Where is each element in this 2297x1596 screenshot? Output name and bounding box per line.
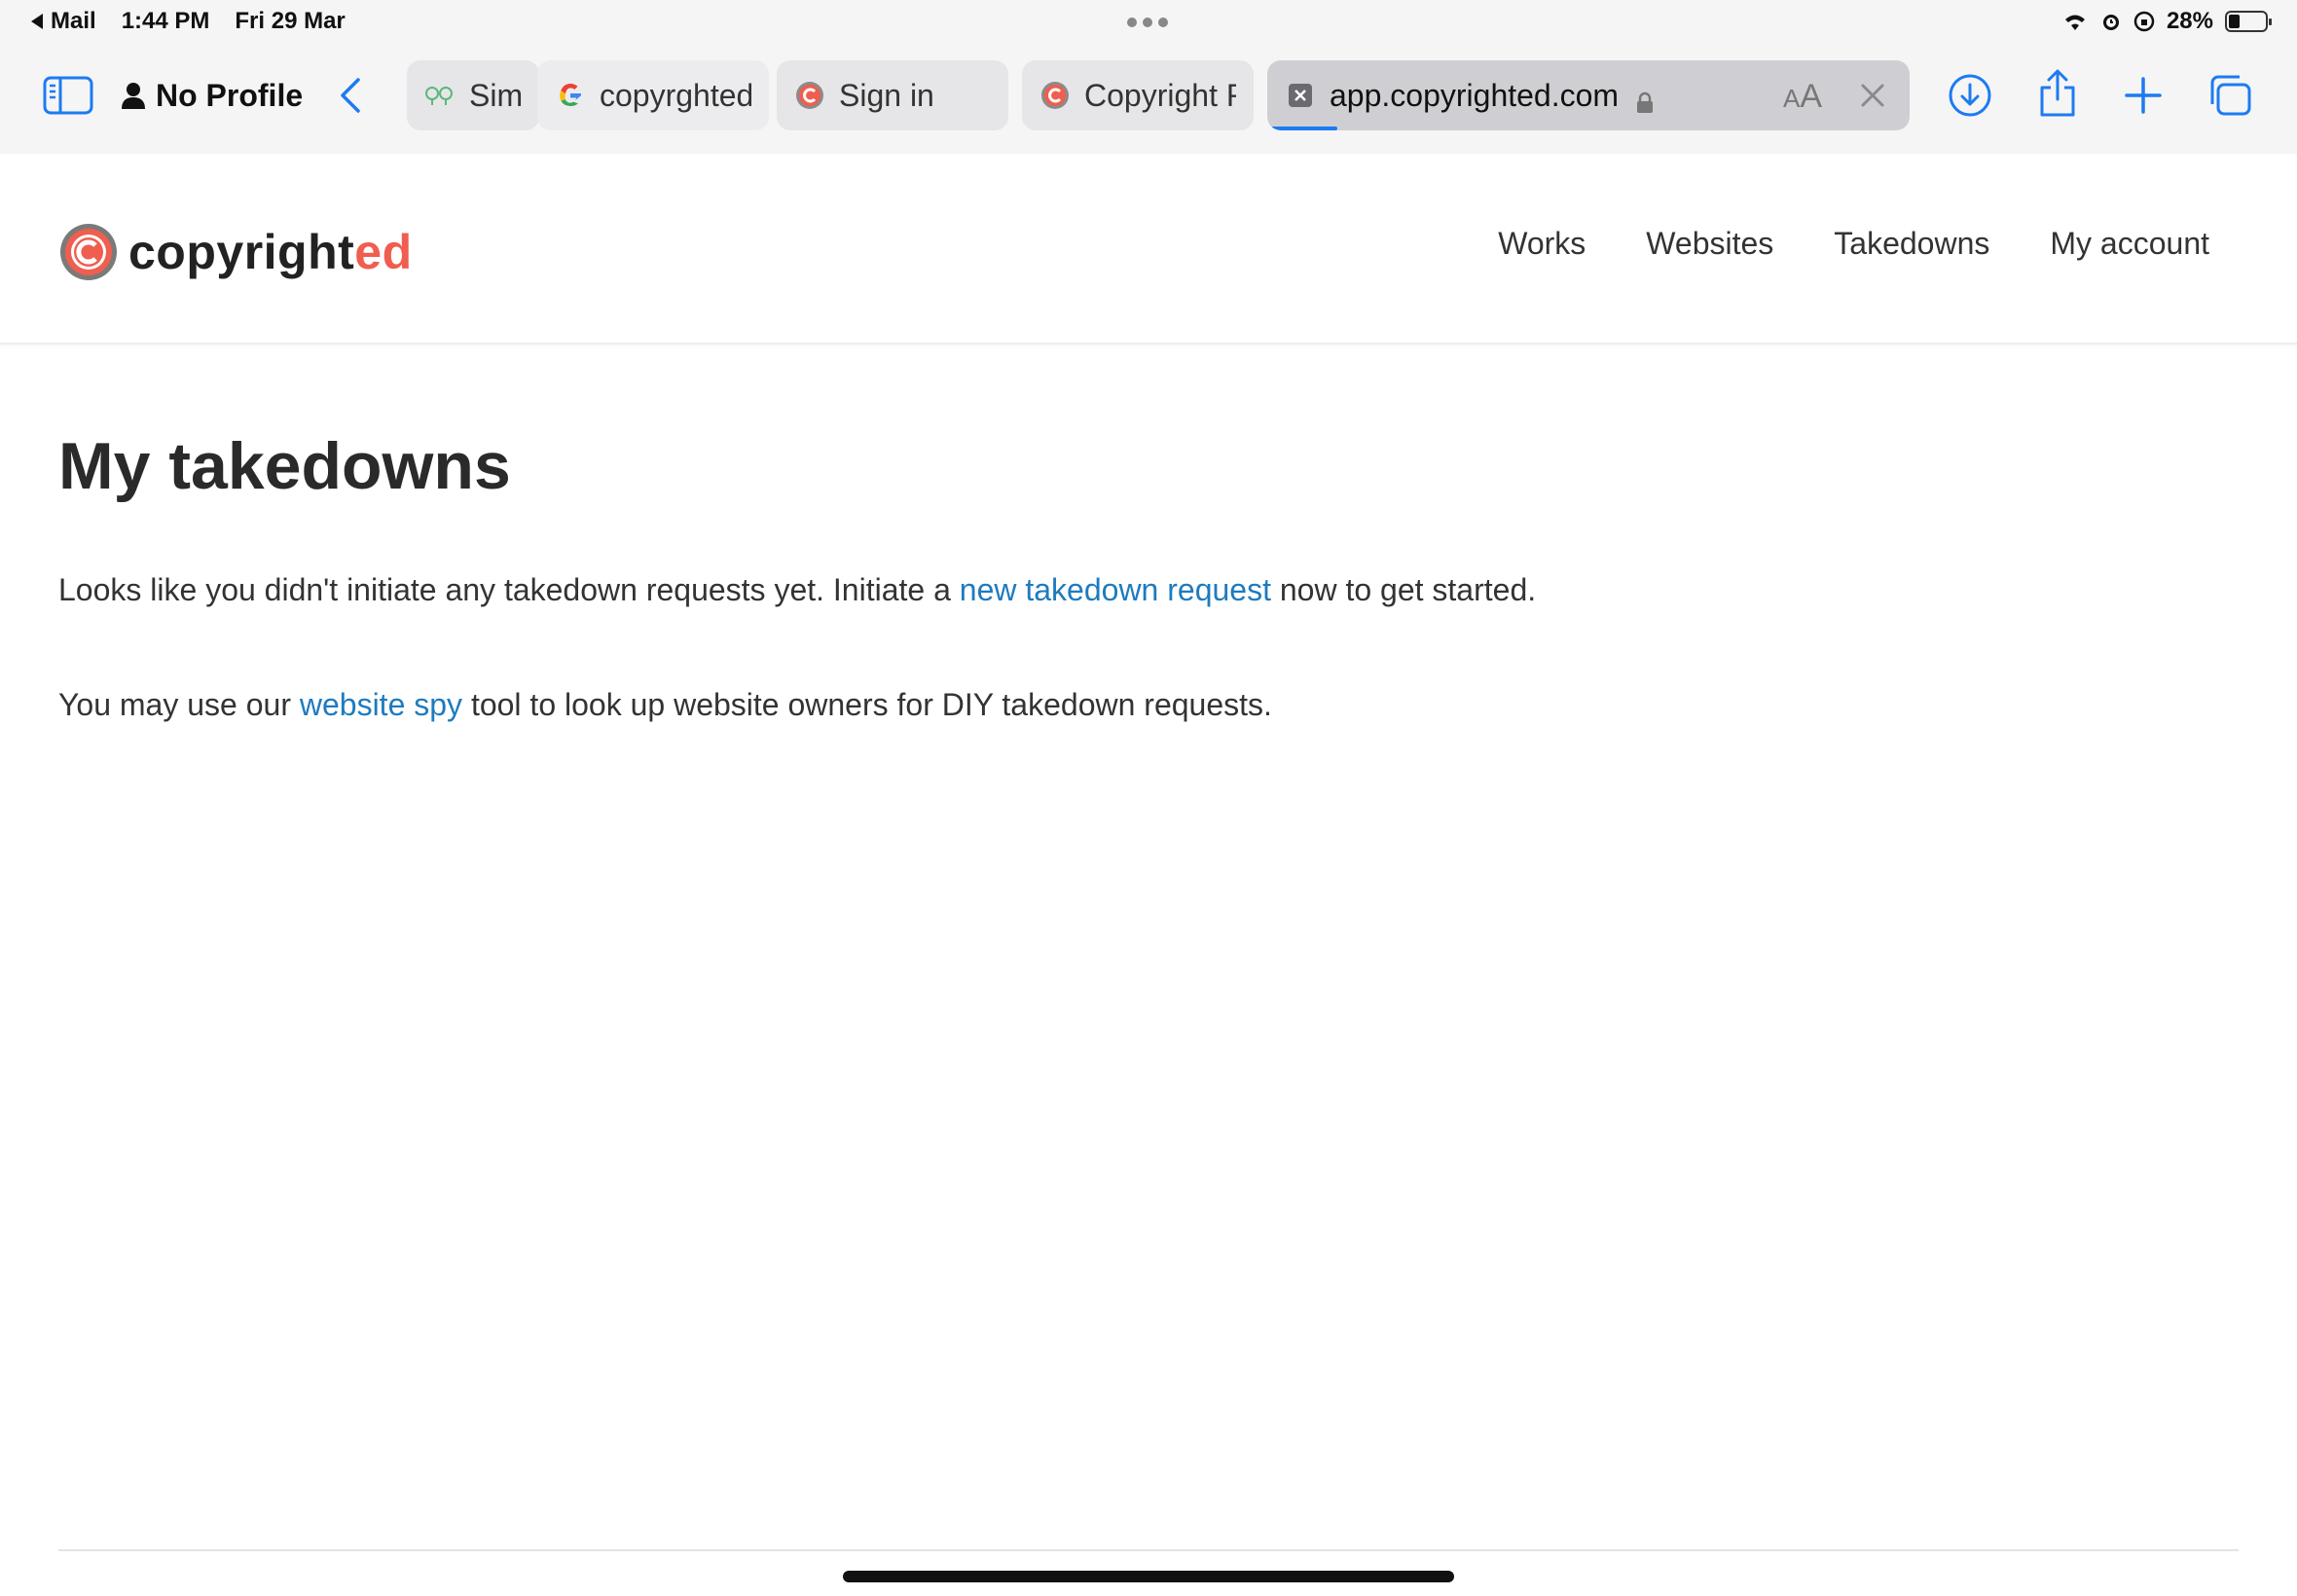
- lock-icon: [1636, 85, 1654, 113]
- sidebar-toggle-button[interactable]: [43, 76, 93, 115]
- downloads-button[interactable]: [1947, 72, 1993, 119]
- tab-sign-in[interactable]: Sign in: [777, 60, 1008, 130]
- reader-settings-button[interactable]: AA: [1783, 78, 1822, 116]
- rotation-lock-icon: [2133, 11, 2155, 32]
- page-load-progress: [1271, 127, 1337, 130]
- nav-works[interactable]: Works: [1498, 226, 1586, 262]
- person-icon: [122, 83, 145, 109]
- status-bar: Mail 1:44 PM Fri 29 Mar 28%: [0, 0, 2297, 47]
- profile-label: No Profile: [156, 77, 304, 113]
- site-logo[interactable]: copyrighted: [58, 222, 413, 282]
- grid-favicon-icon: [424, 80, 456, 111]
- profile-button[interactable]: No Profile: [121, 76, 303, 115]
- google-favicon-icon: [555, 80, 586, 111]
- empty-state-message: Looks like you didn't initiate any taked…: [58, 572, 1537, 607]
- download-icon: [1949, 74, 1991, 117]
- tab-label: Copyright R: [1084, 77, 1236, 113]
- tab-label: copyrghted: [600, 77, 751, 113]
- close-square-favicon-icon: [1285, 80, 1316, 111]
- plus-icon: [2125, 77, 2162, 114]
- tabs-icon: [2210, 75, 2251, 116]
- share-button[interactable]: [2036, 68, 2079, 119]
- footer-divider: [58, 1549, 2239, 1551]
- share-icon: [2040, 69, 2075, 117]
- back-button[interactable]: [331, 74, 370, 117]
- status-date: Fri 29 Mar: [235, 8, 346, 34]
- alarm-icon: [2102, 15, 2119, 30]
- nav-my-account[interactable]: My account: [2050, 226, 2209, 262]
- tab-label: Sign in: [839, 77, 934, 113]
- chevron-left-icon: [341, 78, 360, 113]
- back-to-app-button[interactable]: Mail: [31, 8, 96, 35]
- copyrighted-favicon-icon: [794, 80, 825, 111]
- sidebar-icon: [43, 76, 93, 115]
- tab-active-address-bar[interactable]: app.copyrighted.com AA: [1267, 60, 1910, 130]
- battery-percent: 28%: [2166, 8, 2213, 34]
- site-header: copyrighted Works Websites Takedowns My …: [0, 154, 2297, 345]
- tab-overview-button[interactable]: [2206, 72, 2254, 119]
- nav-takedowns[interactable]: Takedowns: [1834, 226, 1989, 262]
- main-nav: Works Websites Takedowns My account: [1498, 226, 2209, 262]
- nav-websites[interactable]: Websites: [1646, 226, 1773, 262]
- new-tab-button[interactable]: [2122, 74, 2165, 117]
- address-url[interactable]: app.copyrighted.com: [1330, 78, 1619, 114]
- browser-toolbar: No Profile Simp copyrghted Sign in Copyr…: [0, 47, 2297, 154]
- logo-wordmark: copyrighted: [128, 225, 413, 279]
- tab-google-search[interactable]: copyrghted: [537, 60, 769, 130]
- back-app-label: Mail: [51, 8, 96, 34]
- page-title: My takedowns: [58, 429, 511, 503]
- tab-simp[interactable]: Simp: [407, 60, 539, 130]
- tab-label: Simp: [469, 77, 522, 113]
- close-tab-icon[interactable]: [1857, 80, 1888, 111]
- main-content: My takedowns Looks like you didn't initi…: [58, 428, 2239, 798]
- website-spy-link[interactable]: website spy: [300, 687, 462, 722]
- home-indicator[interactable]: [843, 1571, 1454, 1582]
- tab-copyright[interactable]: Copyright R: [1022, 60, 1254, 130]
- back-triangle-icon: [31, 14, 43, 29]
- copyrighted-favicon-icon: [1039, 80, 1071, 111]
- wifi-icon: [2064, 15, 2085, 30]
- multitasking-dots-icon[interactable]: [1127, 18, 1168, 27]
- copyright-logo-icon: [60, 224, 117, 280]
- new-takedown-request-link[interactable]: new takedown request: [960, 572, 1271, 607]
- status-time: 1:44 PM: [121, 8, 210, 34]
- battery-icon: [2225, 11, 2272, 32]
- website-spy-message: You may use our website spy tool to look…: [58, 687, 1272, 722]
